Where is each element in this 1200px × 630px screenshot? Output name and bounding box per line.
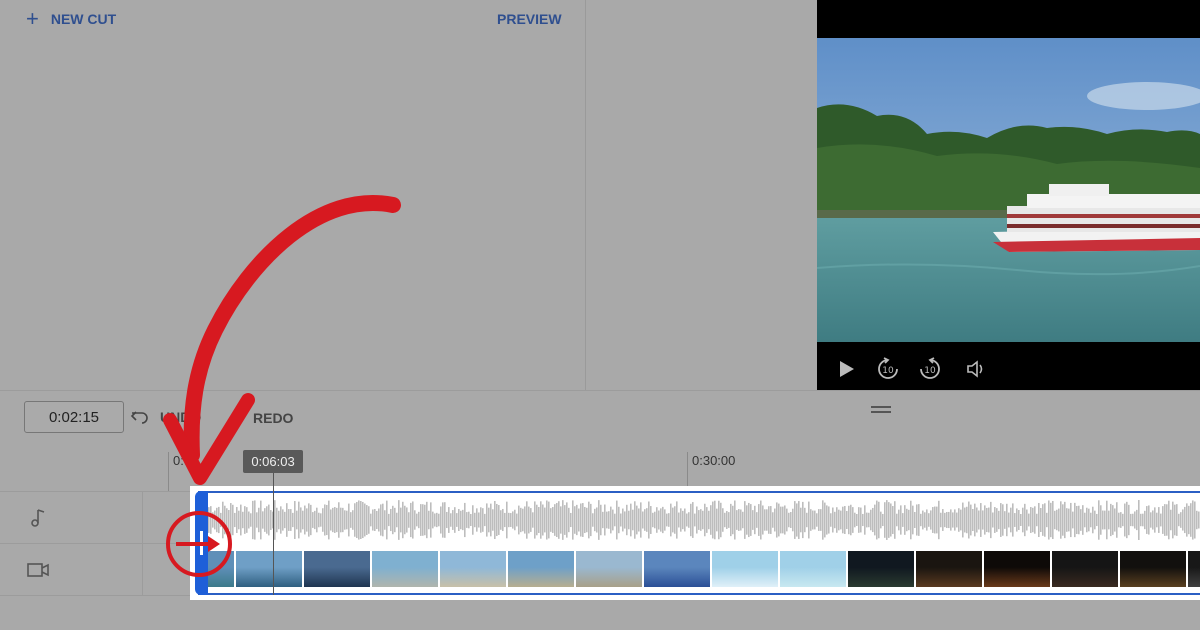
track-header-divider xyxy=(142,492,143,596)
ruler-label-start: 0:0 xyxy=(173,453,192,468)
video-thumbnail xyxy=(508,551,574,587)
video-thumbnail xyxy=(848,551,914,587)
video-thumbnail xyxy=(1188,551,1200,587)
timeline-tracks[interactable] xyxy=(190,486,1200,600)
forward-seconds: 10 xyxy=(924,366,936,376)
undo-arrow-icon xyxy=(130,411,148,424)
current-time-field[interactable]: 0:02:15 xyxy=(24,401,124,433)
trim-start-handle[interactable] xyxy=(195,491,208,595)
video-thumbnail xyxy=(1120,551,1186,587)
video-thumbnail xyxy=(916,551,982,587)
playhead-line[interactable] xyxy=(273,473,274,595)
video-player[interactable]: 10 10 xyxy=(817,0,1200,390)
panel-resize-handle[interactable] xyxy=(871,406,891,416)
preview-button[interactable]: PREVIEW xyxy=(497,11,562,27)
music-note-icon xyxy=(26,506,50,530)
volume-icon[interactable] xyxy=(963,356,989,382)
forward-10-icon[interactable]: 10 xyxy=(917,356,943,382)
video-thumbnail xyxy=(304,551,370,587)
video-thumbnail-strip[interactable] xyxy=(206,551,1200,587)
ruler-label-mid: 0:30:00 xyxy=(692,453,736,468)
redo-button[interactable]: REDO xyxy=(253,410,293,426)
player-controls: 10 10 xyxy=(817,348,1200,390)
play-icon[interactable] xyxy=(833,356,859,382)
video-thumbnail xyxy=(236,551,302,587)
video-thumbnail xyxy=(984,551,1050,587)
video-thumbnail xyxy=(440,551,506,587)
cut-list-panel: + NEW CUT PREVIEW xyxy=(0,0,585,390)
video-thumbnail xyxy=(644,551,710,587)
video-camera-icon xyxy=(26,558,50,582)
new-cut-label: NEW CUT xyxy=(50,11,117,27)
video-thumbnail xyxy=(372,551,438,587)
video-thumbnail xyxy=(712,551,778,587)
track-separator xyxy=(0,595,190,596)
plus-icon: + xyxy=(26,6,39,31)
replay-seconds: 10 xyxy=(882,366,894,376)
undo-label: UNDO xyxy=(160,409,202,425)
panel-divider xyxy=(585,0,586,390)
video-thumbnail xyxy=(576,551,642,587)
video-thumbnail xyxy=(206,551,234,587)
editor-divider xyxy=(0,390,1200,391)
audio-waveform[interactable] xyxy=(208,498,1200,542)
undo-button[interactable]: UNDO xyxy=(130,406,201,428)
replay-10-icon[interactable]: 10 xyxy=(875,356,901,382)
video-thumbnail xyxy=(1052,551,1118,587)
track-separator xyxy=(0,491,190,492)
ruler-tick-start xyxy=(168,452,169,492)
video-thumbnail xyxy=(780,551,846,587)
playhead-time-label[interactable]: 0:06:03 xyxy=(243,450,303,473)
new-cut-button[interactable]: + NEW CUT xyxy=(26,8,116,30)
bottom-bar xyxy=(0,600,1200,630)
track-separator xyxy=(0,543,190,544)
video-frame[interactable] xyxy=(817,38,1200,342)
